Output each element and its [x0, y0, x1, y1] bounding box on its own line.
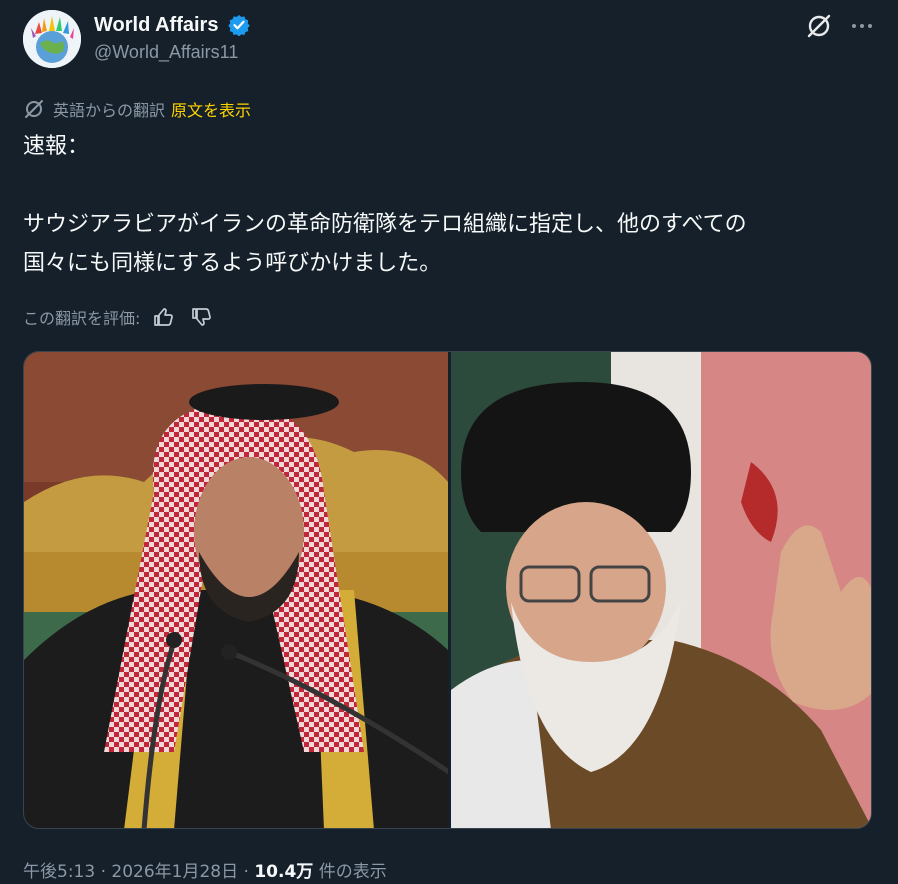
tweet-meta: 午後5:13 · 2026年1月28日 · 10.4万 件の表示	[23, 857, 387, 882]
views-label: 件の表示	[318, 862, 387, 882]
rate-translation-label: この翻訳を評価:	[23, 309, 141, 328]
tweet-text: 速報： サウジアラビアがイランの革命防衛隊をテロ組織に指定し、他のすべての 国々…	[23, 134, 747, 276]
translation-notice: 英語からの翻訳 原文を表示	[23, 96, 251, 122]
translated-label: 英語からの翻訳	[53, 101, 166, 120]
translate-icon	[23, 98, 45, 120]
grok-icon[interactable]	[805, 12, 833, 40]
more-dots-icon[interactable]	[849, 13, 875, 39]
tweet-time[interactable]: 午後5:13	[23, 862, 95, 882]
thumbs-up-icon[interactable]	[152, 306, 174, 328]
media-container[interactable]	[23, 351, 872, 829]
meta-separator: ·	[243, 862, 249, 882]
author-block: World Affairs @World_Affairs11	[94, 12, 250, 63]
views-count: 10.4万	[254, 862, 314, 882]
display-name[interactable]: World Affairs	[94, 12, 218, 38]
handle[interactable]: @World_Affairs11	[94, 42, 250, 63]
thumbs-down-icon[interactable]	[190, 306, 212, 328]
avatar[interactable]	[23, 10, 81, 68]
tweet-header: World Affairs @World_Affairs11	[23, 10, 875, 70]
tweet-date[interactable]: 2026年1月28日	[111, 862, 238, 882]
show-original-link[interactable]: 原文を表示	[171, 97, 251, 121]
meta-separator: ·	[100, 862, 106, 882]
verified-badge-icon[interactable]	[227, 14, 250, 37]
rate-translation: この翻訳を評価:	[23, 302, 212, 332]
right-photo[interactable]	[451, 352, 871, 828]
left-photo[interactable]	[24, 352, 451, 828]
